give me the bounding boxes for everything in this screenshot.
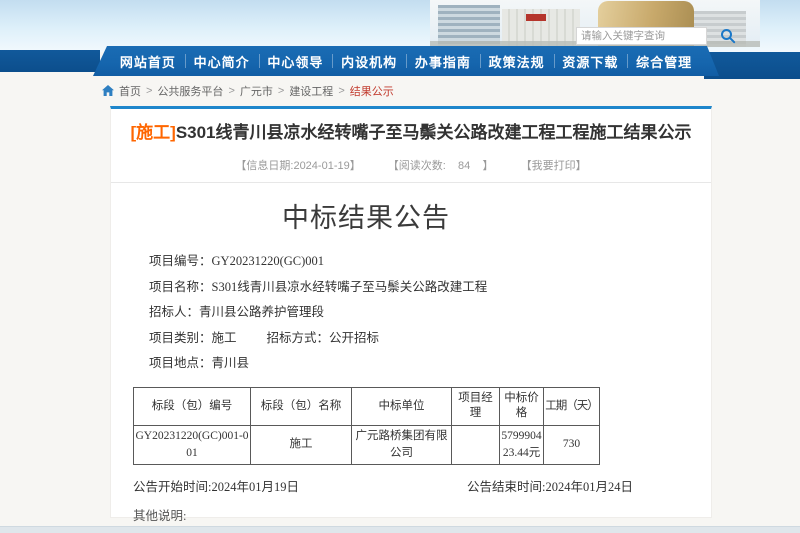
article-meta: 【信息日期:2024-01-19】 【阅读次数: 84 】 【我要打印】 [111, 157, 711, 173]
nav-item-policies[interactable]: 政策法规 [480, 46, 554, 76]
nav-ribbon-tail-left [0, 50, 100, 72]
field-value: 公开招标 [329, 331, 379, 345]
page: 网站首页 中心简介 中心领导 内设机构 办事指南 政策法规 资源下载 综合管理 … [0, 0, 800, 533]
home-icon[interactable] [102, 85, 114, 97]
breadcrumb-home[interactable]: 首页 [119, 83, 141, 99]
meta-date: 【信息日期:2024-01-19】 [235, 160, 360, 172]
field-label: 项目类别： [149, 331, 212, 345]
field-tenderer: 招标人：青川县公路养护管理段 [133, 300, 599, 326]
nav-item-about[interactable]: 中心简介 [185, 46, 259, 76]
category-tag: [施工] [130, 123, 175, 142]
cell-bid-price: 579990423.44元 [500, 425, 544, 464]
footer-band [0, 526, 800, 533]
field-label: 项目地点： [149, 356, 212, 370]
meta-views: 【阅读次数: 84 】 [388, 160, 494, 172]
nav-item-home[interactable]: 网站首页 [111, 46, 185, 76]
field-value: 青川县公路养护管理段 [199, 305, 324, 319]
field-category-and-method: 项目类别：施工 招标方式：公开招标 [133, 326, 599, 352]
field-label: 项目名称： [149, 280, 212, 294]
notice-end-time: 公告结束时间:2024年01月24日 [467, 476, 633, 495]
cell-duration: 730 [544, 425, 600, 464]
breadcrumb-separator: > [228, 85, 234, 97]
search-icon[interactable] [720, 28, 736, 44]
article-title-text: S301线青川县凉水经转嘴子至马鬃关公路改建工程工程施工结果公示 [176, 123, 692, 142]
breadcrumb-city[interactable]: 广元市 [240, 83, 273, 99]
print-button[interactable]: 【我要打印】 [521, 160, 587, 172]
field-label: 项目编号： [149, 254, 212, 268]
other-notes: 其他说明: [133, 505, 599, 524]
nav-item-admin[interactable]: 综合管理 [627, 46, 701, 76]
breadcrumb-current: 结果公示 [350, 83, 394, 99]
search-input[interactable] [577, 30, 720, 42]
breadcrumb-separator: > [278, 85, 284, 97]
breadcrumb-service-platform[interactable]: 公共服务平台 [157, 83, 223, 99]
col-project-manager: 项目经理 [452, 387, 500, 425]
photo-red-sign [526, 14, 546, 21]
table-header-row: 标段（包）编号 标段（包）名称 中标单位 项目经理 中标价格 工期（天） [134, 387, 600, 425]
notice-start-time: 公告开始时间:2024年01月19日 [133, 476, 299, 495]
breadcrumb-separator: > [338, 85, 344, 97]
project-fields: 项目编号：GY20231220(GC)001 项目名称：S301线青川县凉水经转… [133, 249, 599, 377]
field-value: 青川县 [212, 356, 250, 370]
cell-winning-unit: 广元路桥集团有限公司 [352, 425, 452, 464]
main-nav: 网站首页 中心简介 中心领导 内设机构 办事指南 政策法规 资源下载 综合管理 [93, 46, 719, 76]
field-project-number: 项目编号：GY20231220(GC)001 [133, 249, 599, 275]
breadcrumb: 首页 > 公共服务平台 > 广元市 > 建设工程 > 结果公示 [102, 83, 394, 99]
announcement-document: 中标结果公告 项目编号：GY20231220(GC)001 项目名称：S301线… [133, 196, 599, 524]
nav-item-guide[interactable]: 办事指南 [406, 46, 480, 76]
field-value: S301线青川县凉水经转嘴子至马鬃关公路改建工程 [212, 280, 488, 294]
cell-project-manager [452, 425, 500, 464]
header-banner [0, 0, 800, 52]
document-heading: 中标结果公告 [133, 196, 599, 235]
col-section-number: 标段（包）编号 [134, 387, 251, 425]
nav-item-orgs[interactable]: 内设机构 [332, 46, 406, 76]
field-location: 项目地点：青川县 [133, 351, 599, 377]
cell-section-number: GY20231220(GC)001-001 [134, 425, 251, 464]
table-row: GY20231220(GC)001-001 施工 广元路桥集团有限公司 5799… [134, 425, 600, 464]
field-label: 招标方式： [267, 331, 330, 345]
breadcrumb-separator: > [146, 85, 152, 97]
search-box [576, 27, 707, 45]
nav-item-leaders[interactable]: 中心领导 [259, 46, 333, 76]
field-value: 施工 [212, 331, 237, 345]
field-label: 招标人： [149, 305, 199, 319]
field-value: GY20231220(GC)001 [212, 254, 325, 268]
article-title: [施工]S301线青川县凉水经转嘴子至马鬃关公路改建工程工程施工结果公示 [125, 121, 697, 144]
col-section-name: 标段（包）名称 [251, 387, 352, 425]
col-bid-price: 中标价格 [500, 387, 544, 425]
field-project-name: 项目名称：S301线青川县凉水经转嘴子至马鬃关公路改建工程 [133, 275, 599, 301]
notice-times: 公告开始时间:2024年01月19日 公告结束时间:2024年01月24日 [133, 476, 599, 493]
bid-result-table: 标段（包）编号 标段（包）名称 中标单位 项目经理 中标价格 工期（天） GY2… [133, 387, 600, 465]
col-winning-unit: 中标单位 [352, 387, 452, 425]
cell-section-name: 施工 [251, 425, 352, 464]
breadcrumb-construction[interactable]: 建设工程 [289, 83, 333, 99]
nav-item-downloads[interactable]: 资源下载 [554, 46, 628, 76]
content-card: [施工]S301线青川县凉水经转嘴子至马鬃关公路改建工程工程施工结果公示 【信息… [110, 106, 712, 518]
meta-divider [111, 182, 711, 183]
col-duration: 工期（天） [544, 387, 600, 425]
